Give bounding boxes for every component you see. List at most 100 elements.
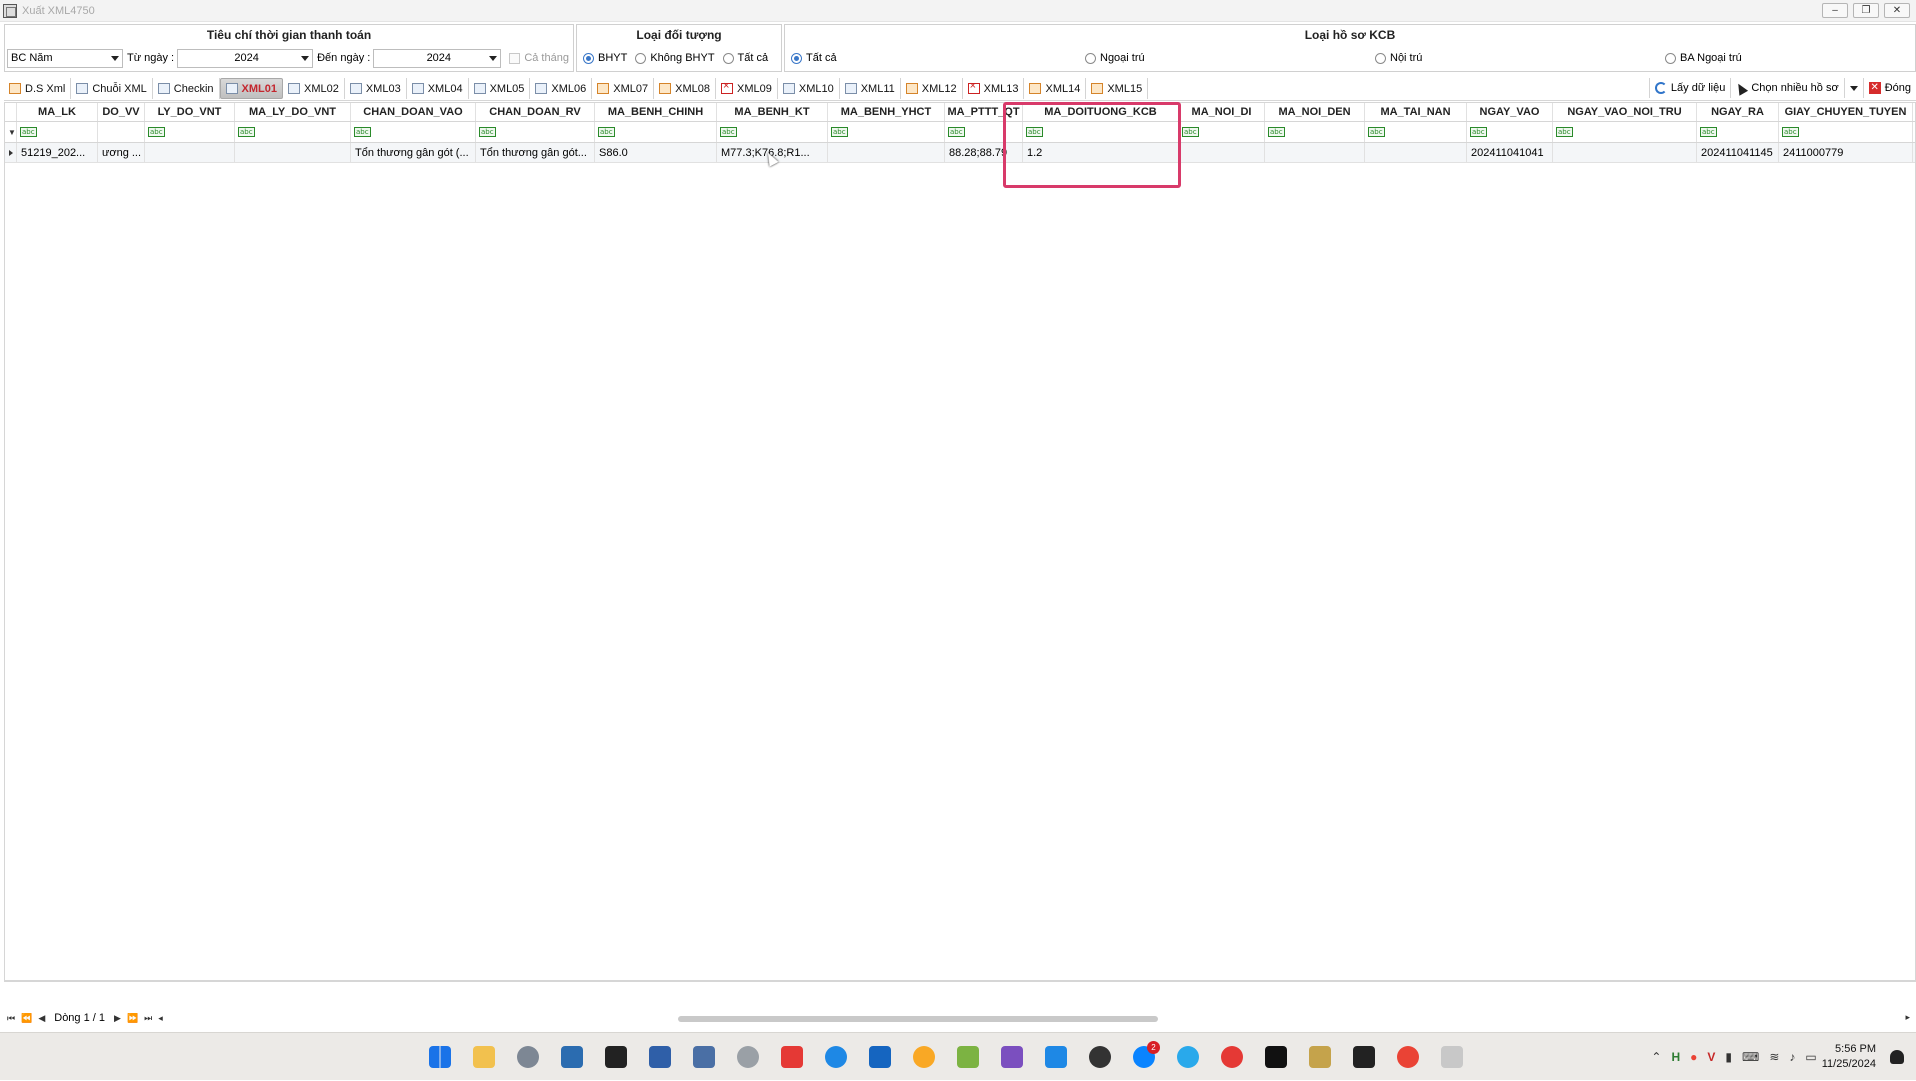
- radio-tat-ca-record[interactable]: Tất cả: [791, 52, 1077, 64]
- settings-icon[interactable]: [512, 1041, 544, 1073]
- col-header[interactable]: MA_BENH_CHINH: [595, 103, 717, 121]
- filter-cell[interactable]: [98, 122, 145, 142]
- scroll-right-icon[interactable]: ▸: [1905, 1012, 1910, 1023]
- battery-icon[interactable]: ▭: [1805, 1050, 1816, 1064]
- tab-xml08[interactable]: XML08: [654, 78, 716, 99]
- table-cell[interactable]: [145, 143, 235, 162]
- visual-studio-icon[interactable]: [996, 1041, 1028, 1073]
- file-explorer-icon[interactable]: [468, 1041, 500, 1073]
- monitor-icon[interactable]: [688, 1041, 720, 1073]
- wifi-icon[interactable]: ≋: [1769, 1050, 1779, 1064]
- radio-ba-ngoai-tru[interactable]: BA Ngoại trú: [1665, 52, 1742, 64]
- chrome-tray-icon[interactable]: ●: [1690, 1050, 1697, 1064]
- table-cell[interactable]: 202411041145: [1697, 143, 1779, 162]
- app-small-icon[interactable]: [1436, 1041, 1468, 1073]
- prev-page-icon[interactable]: ⏪: [21, 1013, 32, 1024]
- filter-cell[interactable]: abc: [1553, 122, 1697, 142]
- col-header[interactable]: LY_DO_VNT: [145, 103, 235, 121]
- start-button[interactable]: [424, 1041, 456, 1073]
- restore-button[interactable]: ❐: [1853, 3, 1879, 18]
- notepad-icon[interactable]: [952, 1041, 984, 1073]
- col-header[interactable]: GIAY_CHUYEN_TUYEN: [1779, 103, 1913, 121]
- prev-record-icon[interactable]: ◀: [38, 1013, 45, 1024]
- horizontal-scrollbar[interactable]: [678, 1016, 1158, 1022]
- first-page-icon[interactable]: ⏮: [7, 1013, 15, 1024]
- edge-browser-icon[interactable]: [820, 1041, 852, 1073]
- col-header[interactable]: NGAY_VAO: [1467, 103, 1553, 121]
- table-cell[interactable]: S86.0: [595, 143, 717, 162]
- col-header[interactable]: MA_TAI_NAN: [1365, 103, 1467, 121]
- tab-ds-xml[interactable]: D.S Xml: [4, 78, 72, 99]
- volume-icon[interactable]: ♪: [1789, 1050, 1795, 1064]
- app-globe-icon[interactable]: [908, 1041, 940, 1073]
- table-cell[interactable]: [1553, 143, 1697, 162]
- col-header[interactable]: MA_NOI_DEN: [1265, 103, 1365, 121]
- col-header[interactable]: MA_NOI_DI: [1179, 103, 1265, 121]
- pycharm-icon[interactable]: [1260, 1041, 1292, 1073]
- zalo-icon[interactable]: 2: [1128, 1041, 1160, 1073]
- col-header[interactable]: CHAN_DOAN_RV: [476, 103, 595, 121]
- col-header[interactable]: MA_PTTT_QT: [945, 103, 1023, 121]
- next-page-icon[interactable]: ⏩: [127, 1013, 138, 1024]
- filter-cell[interactable]: abc: [1265, 122, 1365, 142]
- tab-xml07[interactable]: XML07: [592, 78, 655, 99]
- tab-xml02[interactable]: XML02: [283, 78, 345, 99]
- table-cell[interactable]: 88.28;88.79: [945, 143, 1023, 162]
- next-record-icon[interactable]: ▶: [114, 1013, 121, 1024]
- keyboard-icon[interactable]: ⌨: [1742, 1050, 1759, 1064]
- clock[interactable]: 5:56 PM 11/25/2024: [1822, 1042, 1876, 1072]
- filter-cell[interactable]: abc: [945, 122, 1023, 142]
- tab-xml14[interactable]: XML14: [1024, 78, 1087, 99]
- table-cell[interactable]: Tổn thương gân gót (...: [351, 143, 476, 162]
- col-header[interactable]: MA_BENH_KT: [717, 103, 828, 121]
- filter-cell[interactable]: abc: [17, 122, 98, 142]
- clipboard-tray-icon[interactable]: ▮: [1725, 1050, 1732, 1064]
- scroll-left-icon[interactable]: ◂: [158, 1013, 163, 1024]
- notification-bell-icon[interactable]: [1890, 1050, 1904, 1064]
- table-cell[interactable]: [1365, 143, 1467, 162]
- multi-select-dropdown[interactable]: [1843, 78, 1863, 98]
- app-s-icon[interactable]: [776, 1041, 808, 1073]
- table-cell[interactable]: 2411000779: [1779, 143, 1913, 162]
- radio-tat-ca-subject[interactable]: Tất cả: [722, 52, 768, 64]
- telegram-icon[interactable]: [1172, 1041, 1204, 1073]
- table-cell[interactable]: [1179, 143, 1265, 162]
- powershell-icon[interactable]: [644, 1041, 676, 1073]
- col-header[interactable]: DO_VV: [98, 103, 145, 121]
- filter-cell[interactable]: abc: [351, 122, 476, 142]
- search-app-icon[interactable]: [556, 1041, 588, 1073]
- report-type-select[interactable]: BC Năm: [7, 48, 123, 68]
- filter-cell[interactable]: abc: [1179, 122, 1265, 142]
- tab-xml15[interactable]: XML15: [1086, 78, 1149, 99]
- col-header[interactable]: NGAY_VAO_NOI_TRU: [1553, 103, 1697, 121]
- col-header[interactable]: MA_LK: [17, 103, 98, 121]
- table-cell-ma-doituong-kcb[interactable]: 1.2: [1023, 143, 1179, 162]
- col-header-ma-doituong-kcb[interactable]: MA_DOITUONG_KCB: [1023, 103, 1179, 121]
- table-cell[interactable]: [828, 143, 945, 162]
- fetch-data-button[interactable]: Lấy dữ liệu: [1648, 78, 1730, 98]
- tab-xml09[interactable]: XML09: [716, 78, 778, 99]
- tab-xml01[interactable]: XML01: [219, 78, 283, 99]
- from-date-picker[interactable]: 2024: [177, 48, 314, 68]
- filter-cell[interactable]: abc: [1697, 122, 1779, 142]
- table-cell[interactable]: 202411041041: [1467, 143, 1553, 162]
- tab-chuoi-xml[interactable]: Chuỗi XML: [71, 78, 153, 99]
- clock-app-icon[interactable]: [732, 1041, 764, 1073]
- app-star-icon[interactable]: [1216, 1041, 1248, 1073]
- tab-xml06[interactable]: XML06: [530, 78, 593, 99]
- tab-xml05[interactable]: XML05: [469, 78, 531, 99]
- filter-cell[interactable]: abc: [595, 122, 717, 142]
- close-window-button[interactable]: ✕: [1884, 3, 1910, 18]
- table-row[interactable]: 51219_202... ương ... Tổn thương gân gót…: [5, 143, 1915, 163]
- terminal-icon[interactable]: [600, 1041, 632, 1073]
- filter-cell[interactable]: abc: [1779, 122, 1913, 142]
- col-header[interactable]: MA_BENH_YHCT: [828, 103, 945, 121]
- tab-xml04[interactable]: XML04: [407, 78, 469, 99]
- minimize-button[interactable]: –: [1822, 3, 1848, 18]
- tab-xml12[interactable]: XML12: [901, 78, 963, 99]
- last-page-icon[interactable]: ⏭: [144, 1013, 152, 1024]
- filter-cell[interactable]: abc: [717, 122, 828, 142]
- full-month-checkbox[interactable]: Cả tháng: [509, 52, 569, 64]
- tab-xml10[interactable]: XML10: [778, 78, 840, 99]
- radio-khong-bhyt[interactable]: Không BHYT: [635, 52, 715, 64]
